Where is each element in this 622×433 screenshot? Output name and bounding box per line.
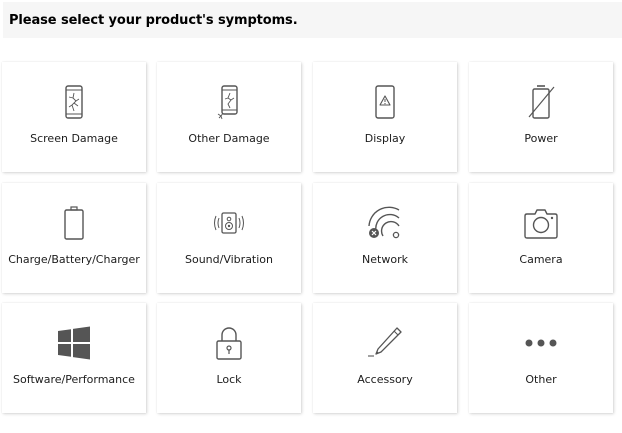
cracked-screen-icon: [2, 82, 146, 122]
symptom-label: Other Damage: [188, 132, 270, 145]
symptom-card-charge-battery-charger[interactable]: Charge/Battery/Charger: [2, 183, 146, 293]
more-dots-icon: [469, 323, 613, 363]
symptom-card-sound-vibration[interactable]: Sound/Vibration: [157, 183, 301, 293]
symptom-label: Charge/Battery/Charger: [8, 253, 140, 266]
symptom-card-network[interactable]: Network: [313, 183, 457, 293]
symptom-label: Camera: [519, 253, 563, 266]
symptom-label: Network: [362, 253, 408, 266]
symptom-card-other-damage[interactable]: Other Damage: [157, 62, 301, 172]
symptom-card-lock[interactable]: Lock: [157, 303, 301, 413]
symptom-label: Other: [525, 373, 557, 386]
display-warning-icon: [313, 82, 457, 122]
symptom-card-camera[interactable]: Camera: [469, 183, 613, 293]
symptom-label: Screen Damage: [30, 132, 118, 145]
symptom-label: Display: [364, 132, 406, 145]
symptom-label: Lock: [216, 373, 242, 386]
symptom-card-screen-damage[interactable]: Screen Damage: [2, 62, 146, 172]
pen-accessory-icon: [313, 323, 457, 363]
power-off-phone-icon: [469, 82, 613, 122]
symptom-card-accessory[interactable]: Accessory: [313, 303, 457, 413]
speaker-vibration-icon: [157, 203, 301, 243]
page-title: Please select your product's symptoms.: [9, 12, 298, 28]
page-header: Please select your product's symptoms.: [3, 2, 622, 38]
symptom-label: Power: [524, 132, 558, 145]
battery-icon: [2, 203, 146, 243]
network-no-signal-icon: [313, 203, 457, 243]
symptom-label: Sound/Vibration: [185, 253, 273, 266]
camera-icon: [469, 203, 613, 243]
symptom-label: Software/Performance: [13, 373, 135, 386]
damaged-phone-icon: [157, 82, 301, 122]
symptom-card-software-performance[interactable]: Software/Performance: [2, 303, 146, 413]
windows-software-icon: [2, 323, 146, 363]
symptom-card-power[interactable]: Power: [469, 62, 613, 172]
symptom-card-display[interactable]: Display: [313, 62, 457, 172]
lock-icon: [157, 323, 301, 363]
symptom-card-other[interactable]: Other: [469, 303, 613, 413]
symptom-label: Accessory: [357, 373, 413, 386]
